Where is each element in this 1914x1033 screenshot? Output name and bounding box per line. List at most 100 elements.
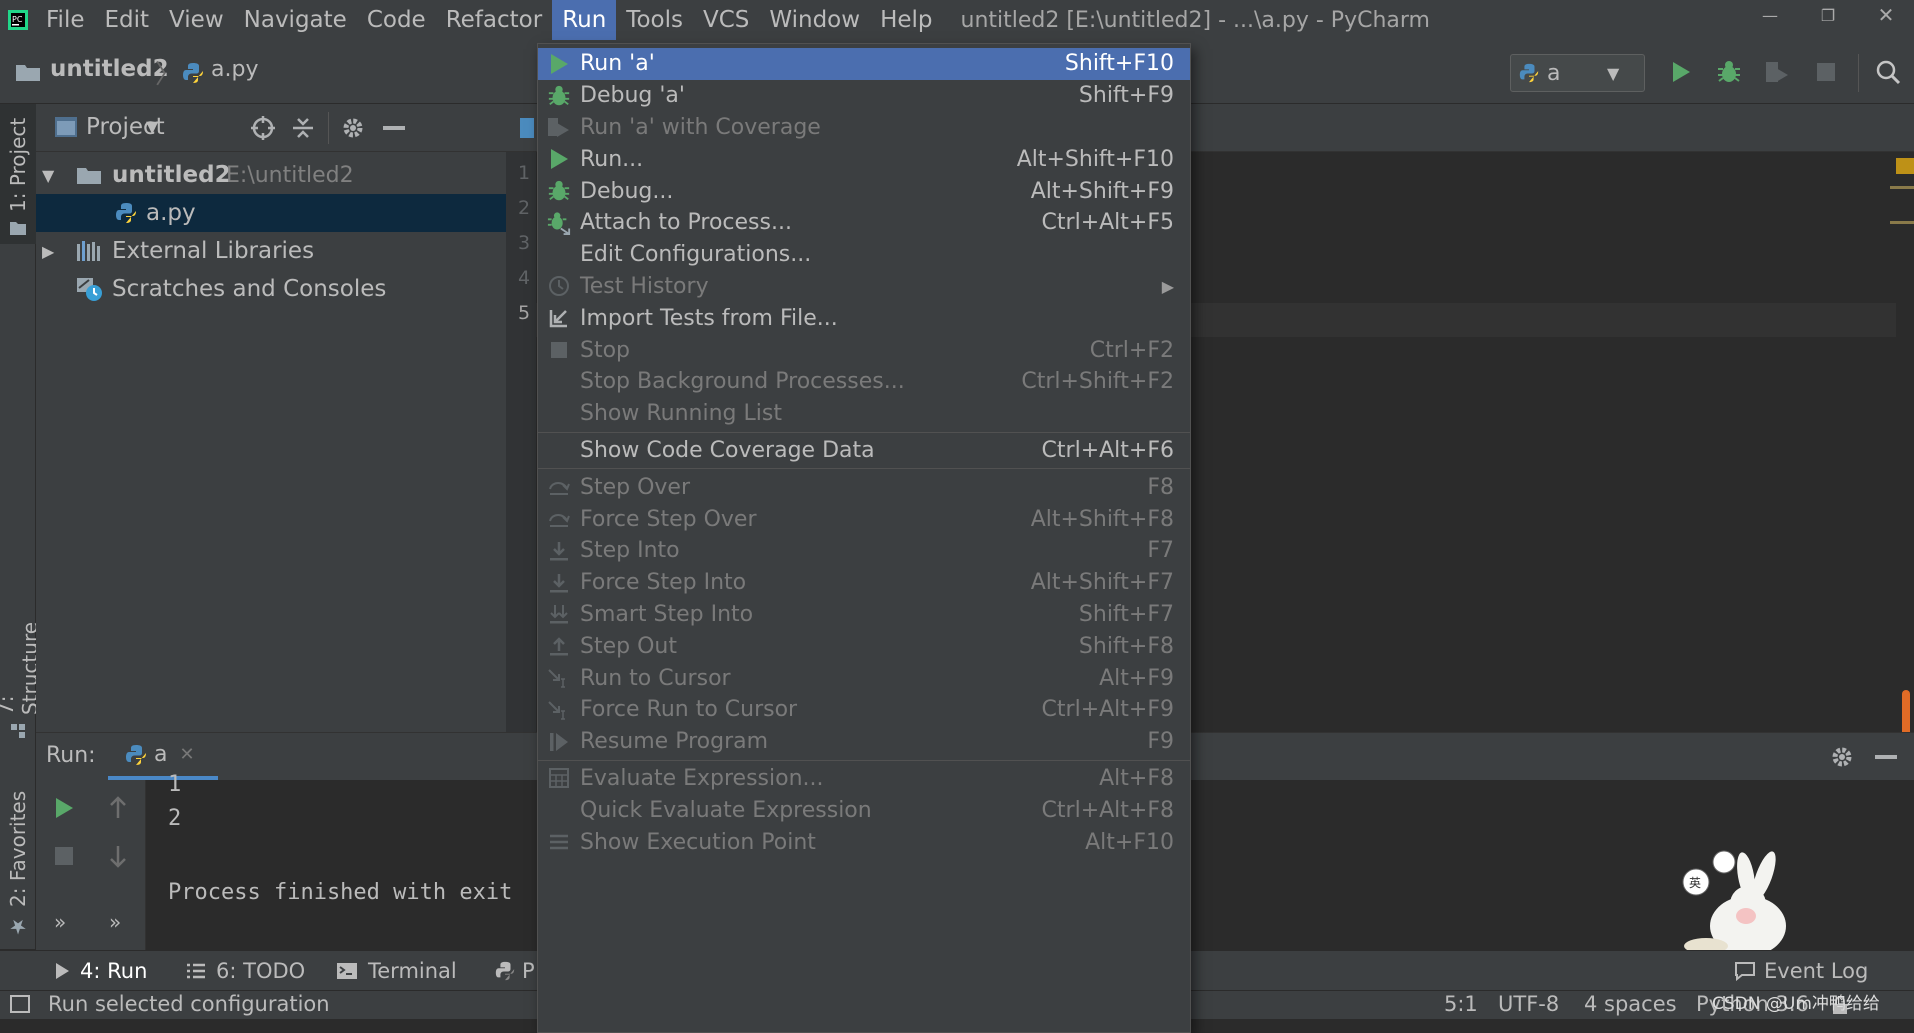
menu-code[interactable]: Code bbox=[357, 0, 436, 40]
tree-file-name: a.py bbox=[146, 200, 196, 226]
menu-item-shortcut: F8 bbox=[1147, 474, 1174, 500]
locate-file-icon[interactable] bbox=[243, 108, 283, 148]
menu-file[interactable]: File bbox=[36, 0, 95, 40]
watermark-text: CSDN @Um冲鸭给给 bbox=[1712, 994, 1880, 1014]
menu-item-stop-background-processes[interactable]: Stop Background Processes... Ctrl+Shift+F… bbox=[538, 366, 1190, 398]
menu-item-run-a[interactable]: Run 'a' Shift+F10 bbox=[538, 48, 1190, 80]
run-with-coverage-button[interactable] bbox=[1757, 52, 1797, 92]
run-button[interactable] bbox=[1661, 52, 1701, 92]
expand-arrow-icon[interactable]: ▶ bbox=[42, 242, 54, 261]
stop-button[interactable] bbox=[1806, 52, 1846, 92]
menu-item-step-over[interactable]: Step Over F8 bbox=[538, 471, 1190, 503]
left-tool-strip: 1: Project 7: Structure ★ 2: Favorites bbox=[0, 104, 42, 949]
collapse-all-icon[interactable] bbox=[283, 108, 323, 148]
restore-icon[interactable]: ❐ bbox=[1808, 0, 1848, 30]
menu-item-show-execution-point[interactable]: Show Execution Point Alt+F10 bbox=[538, 826, 1190, 858]
file-encoding[interactable]: UTF-8 bbox=[1498, 992, 1559, 1016]
menu-item-step-into[interactable]: Step Into F7 bbox=[538, 535, 1190, 567]
menu-item-test-history[interactable]: Test History ▶ bbox=[538, 271, 1190, 303]
caret-position[interactable]: 5:1 bbox=[1444, 992, 1478, 1016]
tool-tab-run[interactable]: 4: Run bbox=[54, 951, 147, 991]
menu-item-force-step-over[interactable]: Force Step Over Alt+Shift+F8 bbox=[538, 503, 1190, 535]
project-tool-tab[interactable]: 1: Project bbox=[0, 116, 36, 236]
library-icon bbox=[76, 240, 102, 262]
tree-scratches[interactable]: Scratches and Consoles bbox=[36, 270, 506, 308]
menu-item-run-to-cursor[interactable]: Run to Cursor Alt+F9 bbox=[538, 662, 1190, 694]
close-tab-icon[interactable]: ✕ bbox=[179, 744, 194, 765]
minimize-icon[interactable]: — bbox=[1750, 0, 1790, 30]
menu-item-show-code-coverage-data[interactable]: Show Code Coverage Data Ctrl+Alt+F6 bbox=[538, 435, 1190, 467]
editor-scrollbar-marker bbox=[1890, 186, 1914, 189]
menu-navigate[interactable]: Navigate bbox=[234, 0, 357, 40]
menu-item-debug-a[interactable]: Debug 'a' Shift+F9 bbox=[538, 80, 1190, 112]
menu-item-import-tests-from-file[interactable]: Import Tests from File... bbox=[538, 302, 1190, 334]
scratches-icon bbox=[76, 276, 104, 302]
menu-window[interactable]: Window bbox=[759, 0, 870, 40]
menu-item-run-a-with-coverage[interactable]: Run 'a' with Coverage bbox=[538, 112, 1190, 144]
menu-run[interactable]: Run bbox=[552, 0, 617, 40]
menu-vcs[interactable]: VCS bbox=[693, 0, 759, 40]
indent-setting[interactable]: 4 spaces bbox=[1584, 992, 1677, 1016]
menu-item-show-running-list[interactable]: Show Running List bbox=[538, 398, 1190, 430]
tool-tab-event-log-label: Event Log bbox=[1764, 959, 1869, 983]
expand-arrow-icon[interactable]: ▼ bbox=[42, 166, 54, 185]
menu-edit[interactable]: Edit bbox=[95, 0, 160, 40]
breadcrumb-project[interactable]: untitled2 bbox=[50, 56, 169, 82]
tool-tab-todo[interactable]: 6: TODO bbox=[186, 951, 305, 991]
rerun-icon[interactable] bbox=[44, 788, 84, 828]
menu-item-attach-to-process[interactable]: Attach to Process... Ctrl+Alt+F5 bbox=[538, 207, 1190, 239]
up-arrow-icon[interactable] bbox=[98, 788, 138, 828]
run-tab-a[interactable]: a ✕ bbox=[108, 733, 218, 780]
tool-tab-terminal[interactable]: Terminal bbox=[336, 951, 457, 991]
tree-external-libraries[interactable]: ▶ External Libraries bbox=[36, 232, 506, 270]
tree-root-name: untitled2 bbox=[112, 162, 231, 188]
breadcrumb-file[interactable]: a.py bbox=[211, 57, 258, 82]
menu-item-edit-configurations[interactable]: Edit Configurations... bbox=[538, 239, 1190, 271]
menu-tools[interactable]: Tools bbox=[616, 0, 693, 40]
editor-tab-python-icon[interactable] bbox=[520, 118, 534, 138]
tree-scratches-label: Scratches and Consoles bbox=[112, 276, 387, 302]
gear-icon[interactable] bbox=[333, 108, 373, 148]
close-icon[interactable]: ✕ bbox=[1866, 0, 1906, 30]
menu-item-run[interactable]: Run... Alt+Shift+F10 bbox=[538, 143, 1190, 175]
window-title: untitled2 [E:\untitled2] - ...\a.py - Py… bbox=[960, 7, 1430, 33]
menu-view[interactable]: View bbox=[159, 0, 234, 40]
tool-tab-event-log[interactable]: Event Log bbox=[1734, 951, 1868, 991]
gear-icon[interactable] bbox=[1822, 737, 1862, 777]
favorites-tool-tab[interactable]: ★ 2: Favorites bbox=[0, 784, 36, 939]
search-everywhere-icon[interactable] bbox=[1868, 52, 1908, 92]
menu-item-force-run-to-cursor[interactable]: Force Run to Cursor Ctrl+Alt+F9 bbox=[538, 694, 1190, 726]
submenu-arrow-icon: ▶ bbox=[1161, 276, 1174, 296]
tool-tab-python-console[interactable]: P bbox=[494, 951, 535, 991]
menu-item-force-step-into[interactable]: Force Step Into Alt+Shift+F7 bbox=[538, 567, 1190, 599]
favorites-tool-tab-label: 2: Favorites bbox=[6, 790, 30, 907]
menu-help[interactable]: Help bbox=[870, 0, 942, 40]
hide-panel-icon[interactable] bbox=[1866, 737, 1906, 777]
menu-item-debug[interactable]: Debug... Alt+Shift+F9 bbox=[538, 175, 1190, 207]
tool-tab-todo-label: 6: TODO bbox=[216, 959, 306, 983]
menu-item-smart-step-into[interactable]: Smart Step Into Shift+F7 bbox=[538, 599, 1190, 631]
toggle-tool-windows-icon[interactable] bbox=[10, 995, 30, 1013]
menu-refactor[interactable]: Refactor bbox=[436, 0, 552, 40]
menu-item-stop[interactable]: Stop Ctrl+F2 bbox=[538, 334, 1190, 366]
stop-icon[interactable] bbox=[44, 836, 84, 876]
menu-item-label: Import Tests from File... bbox=[580, 305, 838, 331]
tree-root[interactable]: ▼ untitled2 E:\untitled2 bbox=[36, 156, 506, 194]
menu-item-resume-program[interactable]: Resume Program F9 bbox=[538, 726, 1190, 758]
menu-item-quick-evaluate-expression[interactable]: Quick Evaluate Expression Ctrl+Alt+F8 bbox=[538, 794, 1190, 826]
python-icon bbox=[495, 961, 515, 981]
run-config-selector[interactable]: a ▼ bbox=[1510, 54, 1645, 92]
svg-text:英: 英 bbox=[1689, 876, 1701, 890]
menu-item-evaluate-expression[interactable]: Evaluate Expression... Alt+F8 bbox=[538, 763, 1190, 795]
tree-file-a[interactable]: a.py bbox=[36, 194, 506, 232]
folder-icon bbox=[76, 165, 102, 185]
menu-item-step-out[interactable]: Step Out Shift+F8 bbox=[538, 630, 1190, 662]
more-actions-left[interactable]: » bbox=[54, 910, 66, 934]
chevron-down-icon[interactable]: ▼ bbox=[146, 117, 158, 136]
terminal-icon bbox=[337, 963, 357, 979]
debug-button[interactable] bbox=[1709, 52, 1749, 92]
more-actions-right[interactable]: » bbox=[109, 910, 121, 934]
down-arrow-icon[interactable] bbox=[98, 836, 138, 876]
hide-panel-icon[interactable] bbox=[374, 108, 414, 148]
structure-tool-tab[interactable]: 7: Structure bbox=[0, 599, 42, 739]
